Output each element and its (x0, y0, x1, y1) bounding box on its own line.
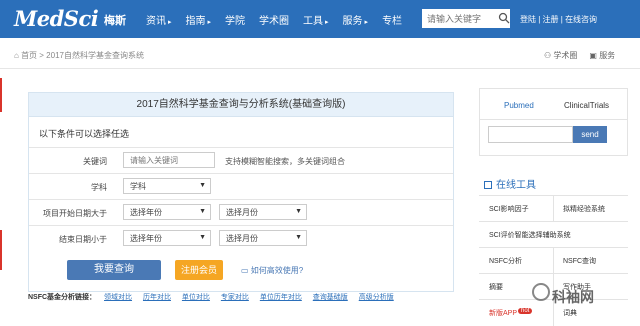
nsfc-link[interactable]: 历年对比 (143, 294, 171, 301)
nav-item-guide[interactable]: 指南 ▸ (186, 12, 212, 27)
watermark: 科袖网 (552, 289, 594, 305)
keyword-tip: 支持模糊智能搜索，多关键词组合 (225, 157, 345, 166)
tab-divider (480, 119, 627, 120)
watermark-logo-icon (532, 283, 550, 301)
main-nav: 资讯 ▸ 指南 ▸ 学院 学术圈 工具 ▸ 服务 ▸ 专栏 (146, 12, 416, 27)
keyword-label: 关键词 (83, 157, 107, 166)
tool-link[interactable]: 词典 (563, 308, 577, 318)
tool-link[interactable]: SCI评价智能选择辅助系统 (489, 230, 571, 240)
breadcrumb-text[interactable]: 首页 > 2017自然科学基金查询系统 (21, 51, 144, 60)
tool-link[interactable]: SCI影响因子 (489, 204, 529, 214)
hot-badge: hot (518, 308, 533, 314)
login-link[interactable]: 登陆 (520, 15, 536, 24)
nav-item-tools[interactable]: 工具 ▸ (303, 12, 329, 27)
caret-right-icon: ▸ (168, 19, 172, 26)
users-icon: ⚇ (544, 51, 554, 60)
tool-link[interactable]: NSFC查询 (563, 256, 596, 266)
register-member-button[interactable]: 注册会员 (175, 260, 223, 280)
nsfc-link[interactable]: 单位历年对比 (260, 294, 302, 301)
tool-link[interactable]: 拟精经验系统 (563, 204, 605, 214)
header-divider (0, 68, 640, 69)
nsfc-links-label: NSFC基金分析链接： (28, 294, 97, 301)
end-year-select[interactable]: 选择年份 ▼ (123, 230, 211, 246)
form-row-start-date: 项目开始日期大于 选择年份 ▼ 选择月份 ▼ (29, 199, 453, 225)
end-date-label: 结束日期小于 (59, 235, 107, 244)
nav-item-academic[interactable]: 学术圈 (259, 12, 289, 27)
search-input[interactable] (422, 9, 510, 28)
tool-divider (553, 248, 554, 274)
bag-icon: ▣ (589, 51, 600, 60)
help-icon: ▭ (241, 266, 251, 275)
start-month-select[interactable]: 选择月份 ▼ (219, 204, 307, 220)
online-tools-title: 在线工具 (484, 176, 536, 191)
nsfc-link[interactable]: 单位对比 (182, 294, 210, 301)
caret-right-icon: ▸ (364, 19, 369, 26)
nsfc-link[interactable]: 领域对比 (104, 294, 132, 301)
left-edge-accent (0, 78, 2, 112)
start-year-select[interactable]: 选择年份 ▼ (123, 204, 211, 220)
literature-search-box: Pubmed ClinicalTrials send (479, 88, 628, 156)
tool-link[interactable]: NSFC分析 (489, 256, 522, 266)
left-edge-accent (0, 230, 2, 270)
caret-right-icon: ▸ (325, 19, 329, 26)
tool-row: NSFC分析 NSFC查询 (479, 247, 628, 274)
tools-icon (484, 181, 492, 189)
query-button[interactable]: 我要查询 (67, 260, 161, 280)
nav-item-news[interactable]: 资讯 ▸ (146, 12, 172, 27)
form-row-subject: 学科 学科 ▼ (29, 173, 453, 199)
form-row-end-date: 结束日期小于 选择年份 ▼ 选择月份 ▼ (29, 225, 453, 251)
caret-right-icon: ▸ (207, 19, 212, 26)
chevron-down-icon: ▼ (199, 234, 206, 241)
academic-circle-link[interactable]: ⚇ 学术圈 (544, 50, 577, 61)
chevron-down-icon: ▼ (295, 234, 302, 241)
nsfc-link[interactable]: 高级分析版 (359, 294, 394, 301)
end-month-select[interactable]: 选择月份 ▼ (219, 230, 307, 246)
keyword-input[interactable] (123, 152, 215, 168)
home-icon: ⌂ (14, 51, 22, 60)
nav-item-service[interactable]: 服务 ▸ (343, 12, 369, 27)
nsfc-link[interactable]: 专家对比 (221, 294, 249, 301)
send-button[interactable]: send (573, 126, 607, 143)
tool-row: SCI影响因子 拟精经验系统 (479, 195, 628, 222)
register-link[interactable]: 注册 (543, 15, 559, 24)
nsfc-links: NSFC基金分析链接： 领域对比 历年对比 单位对比 专家对比 单位历年对比 查… (28, 292, 403, 302)
form-row-keyword: 关键词 支持模糊智能搜索，多关键词组合 (29, 147, 453, 173)
chevron-down-icon: ▼ (295, 208, 302, 215)
tab-clinicaltrials[interactable]: ClinicalTrials (564, 101, 609, 110)
tool-row: SCI评价智能选择辅助系统 (479, 221, 628, 247)
literature-search-input[interactable] (488, 126, 573, 143)
tool-divider (553, 196, 554, 222)
breadcrumb: ⌂ 首页 > 2017自然科学基金查询系统 (14, 50, 144, 61)
nav-item-column[interactable]: 专栏 (382, 12, 402, 27)
auth-links: 登陆 | 注册 | 在线咨询 (520, 15, 598, 24)
search-icon[interactable] (498, 12, 510, 24)
top-nav-bar: MedSci 梅斯 资讯▸ 指南▸ 学院 学术圈 工具▸ 服务▸ 专栏 登陆 |… (0, 0, 640, 38)
nav-item-college[interactable]: 学院 (225, 12, 245, 27)
header-right-links: ⚇ 学术圈 ▣ 服务 (544, 50, 615, 61)
chevron-down-icon: ▼ (199, 208, 206, 215)
chevron-down-icon: ▼ (199, 182, 206, 189)
subject-select[interactable]: 学科 ▼ (123, 178, 211, 194)
query-panel: 2017自然科学基金查询与分析系统(基础查询版) 以下条件可以选择任选 关键词 … (28, 92, 454, 292)
tab-pubmed[interactable]: Pubmed (504, 101, 534, 110)
tool-link[interactable]: 摘要 (489, 282, 503, 292)
site-logo[interactable]: MedSci (14, 6, 99, 31)
tool-link-app[interactable]: 新版APP hot (489, 308, 533, 318)
start-date-label: 项目开始日期大于 (43, 209, 107, 218)
consult-link[interactable]: 在线咨询 (565, 15, 597, 24)
panel-title: 2017自然科学基金查询与分析系统(基础查询版) (29, 93, 453, 117)
help-link[interactable]: ▭ 如何高效使用? (241, 265, 303, 276)
nsfc-link[interactable]: 查询基础版 (313, 294, 348, 301)
service-link[interactable]: ▣ 服务 (589, 50, 615, 61)
subject-label: 学科 (91, 183, 107, 192)
site-logo-cn: 梅斯 (104, 15, 126, 27)
panel-subtitle: 以下条件可以选择任选 (39, 129, 130, 139)
